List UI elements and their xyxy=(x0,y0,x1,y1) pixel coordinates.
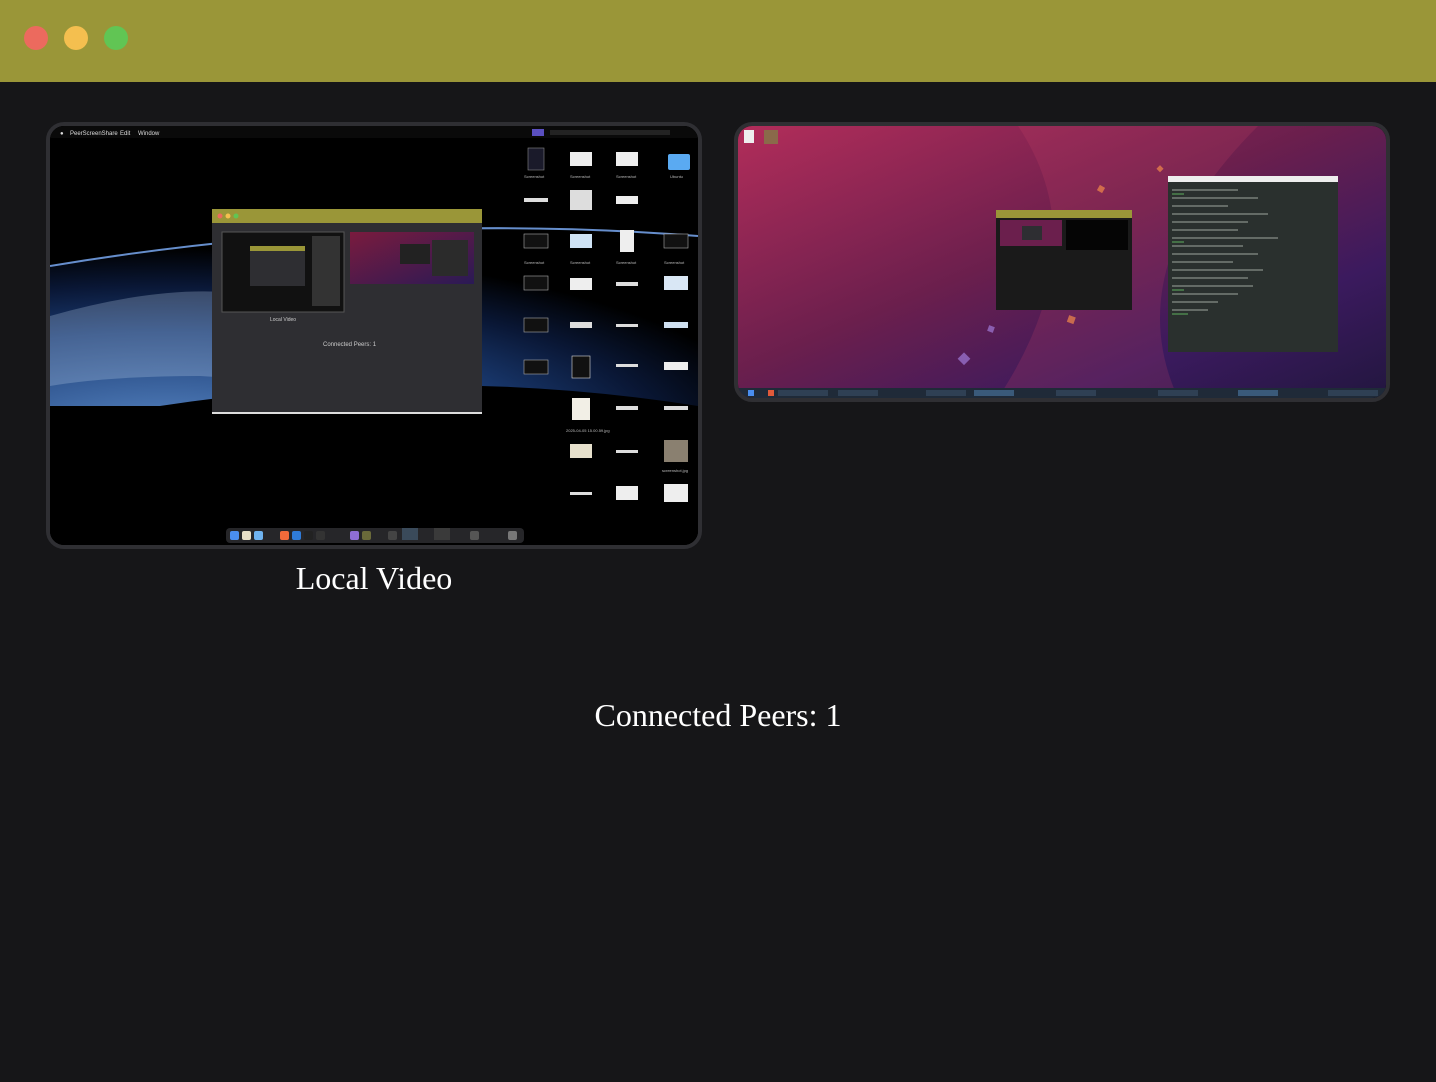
svg-text:Edit: Edit xyxy=(120,131,131,137)
svg-text:Screenshot: Screenshot xyxy=(570,260,591,265)
svg-text:Ubuntu: Ubuntu xyxy=(670,174,683,179)
title-bar[interactable] xyxy=(0,0,1436,82)
remote-peer-video xyxy=(734,122,1390,402)
local-video-caption: Local Video xyxy=(295,560,453,596)
remote-video-frame xyxy=(738,126,1386,398)
svg-text:●: ● xyxy=(60,131,64,137)
minimize-window-button[interactable] xyxy=(64,26,88,50)
nested-peers-text: Connected Peers: 1 xyxy=(323,342,377,348)
svg-text:Screenshot: Screenshot xyxy=(616,174,637,179)
menubar-app-name: PeerScreenShare xyxy=(70,131,118,137)
connected-peers-status: Connected Peers: 1 xyxy=(594,697,842,733)
close-window-button[interactable] xyxy=(24,26,48,50)
desktop-icon-label: 2025-04-05 15.00.59.jpg xyxy=(566,428,610,433)
svg-text:Screenshot: Screenshot xyxy=(570,174,591,179)
svg-text:Screenshot: Screenshot xyxy=(524,260,545,265)
svg-text:Screenshot: Screenshot xyxy=(664,260,685,265)
svg-text:Screenshot: Screenshot xyxy=(616,260,637,265)
local-video-frame: ● PeerScreenShare Edit Window Local Vide… xyxy=(50,126,698,545)
dock xyxy=(226,528,524,543)
remote-taskbar xyxy=(738,388,1386,398)
nested-local-caption: Local Video xyxy=(270,317,296,323)
svg-text:Screenshot: Screenshot xyxy=(524,174,545,179)
local-video: ● PeerScreenShare Edit Window Local Vide… xyxy=(46,122,702,549)
remote-terminal-window xyxy=(1168,176,1338,352)
remote-nested-window xyxy=(996,210,1132,310)
desktop-icon-label: screenshot.jpg xyxy=(662,468,688,473)
app-window: ● PeerScreenShare Edit Window Local Vide… xyxy=(0,0,1436,1082)
maximize-window-button[interactable] xyxy=(104,26,128,50)
nested-app-window: Local Video Connected Peers: 1 xyxy=(212,209,482,414)
svg-text:Window: Window xyxy=(138,131,160,137)
